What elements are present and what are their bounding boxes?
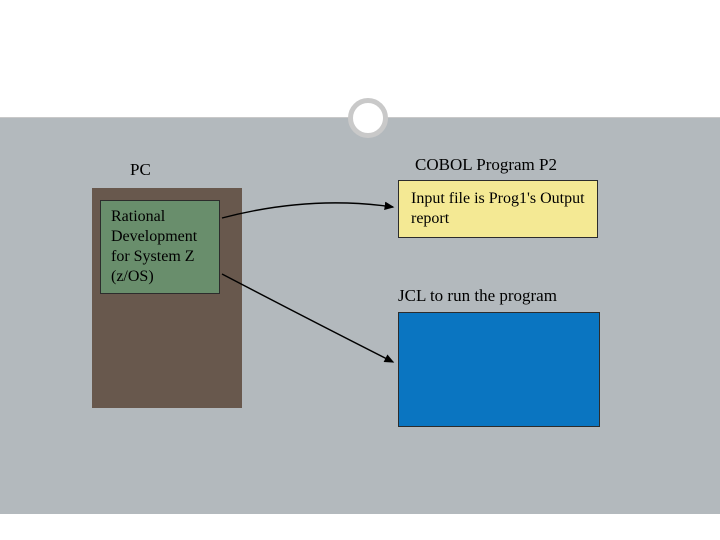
jcl-box [398,312,600,427]
rational-dev-box: Rational Development for System Z (z/OS) [100,200,220,294]
cobol-heading: COBOL Program P2 [415,155,557,175]
input-file-box: Input file is Prog1's Output report [398,180,598,238]
ring-icon [348,98,388,138]
pc-label: PC [130,160,151,180]
jcl-heading: JCL to run the program [398,286,557,306]
